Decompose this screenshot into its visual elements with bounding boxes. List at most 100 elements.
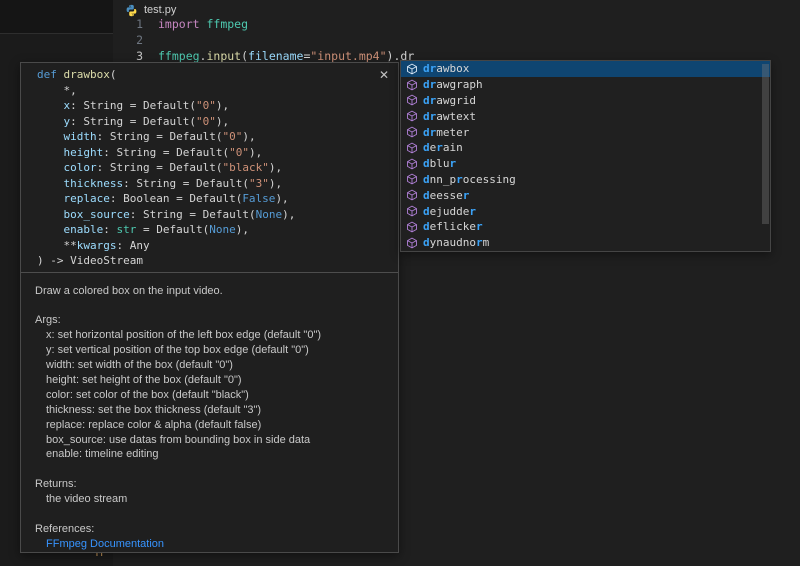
code-token: color xyxy=(64,161,97,174)
method-icon xyxy=(404,205,419,218)
code-token: width xyxy=(64,130,97,143)
code-token: "0" xyxy=(196,99,216,112)
signature-line: *, xyxy=(37,83,390,99)
code-token xyxy=(37,99,64,112)
doc-line xyxy=(35,462,388,477)
suggestion-label: drawgraph xyxy=(423,78,483,91)
suggestion-item-dynaudnorm[interactable]: dynaudnorm xyxy=(401,235,770,251)
suggestion-item-deesser[interactable]: deesser xyxy=(401,187,770,203)
suggestion-item-drmeter[interactable]: drmeter xyxy=(401,124,770,140)
suggestion-label: deflicker xyxy=(423,220,483,233)
code-token: None xyxy=(256,208,283,221)
doc-line: enable: timeline editing xyxy=(35,447,388,462)
doc-line: References: xyxy=(35,522,388,537)
signature-line: replace: Boolean = Default(False), xyxy=(37,191,390,207)
suggestion-item-drawgrid[interactable]: drawgrid xyxy=(401,93,770,109)
code-token: str xyxy=(117,223,137,236)
code-token xyxy=(37,208,64,221)
code-token: *, xyxy=(37,84,77,97)
code-token xyxy=(37,192,64,205)
code-token xyxy=(37,177,64,190)
sidebar-section-header xyxy=(0,0,113,34)
method-icon xyxy=(404,78,419,91)
tab-label: test.py xyxy=(144,4,176,16)
doc-line: Returns: xyxy=(35,477,388,492)
code-token: False xyxy=(242,192,275,205)
code-token: : String = Default( xyxy=(130,208,256,221)
suggestion-item-dejudder[interactable]: dejudder xyxy=(401,203,770,219)
close-icon[interactable]: ✕ xyxy=(379,68,389,82)
doc-line: Args: xyxy=(35,313,388,328)
signature-line: def drawbox( xyxy=(37,67,390,83)
signature-line: ) -> VideoStream xyxy=(37,253,390,269)
suggestion-item-dnn_processing[interactable]: dnn_processing xyxy=(401,172,770,188)
suggestion-list: drawboxdrawgraphdrawgriddrawtextdrmeterd… xyxy=(401,61,770,251)
suggest-widget: drawboxdrawgraphdrawgriddrawtextdrmeterd… xyxy=(400,60,771,252)
signature-line: enable: str = Default(None), xyxy=(37,222,390,238)
code-token: ), xyxy=(275,192,288,205)
signature-line: color: String = Default("black"), xyxy=(37,160,390,176)
doc-line: height: set height of the box (default "… xyxy=(35,373,388,388)
suggestion-label: drawgrid xyxy=(423,94,476,107)
doc-line: box_source: use datas from bounding box … xyxy=(35,433,388,448)
suggestion-label: drawtext xyxy=(423,110,476,123)
doc-line xyxy=(35,507,388,522)
method-icon xyxy=(404,236,419,249)
signature-line: **kwargs: Any xyxy=(37,238,390,254)
code-token: ffmpeg xyxy=(206,17,248,31)
doc-line: color: set color of the box (default "bl… xyxy=(35,388,388,403)
suggestion-item-deflicker[interactable]: deflicker xyxy=(401,219,770,235)
suggestion-item-drawtext[interactable]: drawtext xyxy=(401,108,770,124)
suggest-scrollbar[interactable] xyxy=(762,64,769,224)
code-token xyxy=(37,161,64,174)
code-token: None xyxy=(209,223,236,236)
code-token: : Boolean = Default( xyxy=(110,192,242,205)
code-text[interactable]: import ffmpeg xyxy=(158,16,248,32)
suggestion-label: deesser xyxy=(423,189,469,202)
doc-link-ffmpeg-documentation[interactable]: FFmpeg Documentation xyxy=(46,538,164,550)
signature-line: height: String = Default("0"), xyxy=(37,145,390,161)
suggestion-label: dejudder xyxy=(423,205,476,218)
doc-line: thickness: set the box thickness (defaul… xyxy=(35,403,388,418)
code-token: : String = Default( xyxy=(70,99,196,112)
code-token: : Any xyxy=(117,239,150,252)
code-token: "0" xyxy=(229,146,249,159)
code-token: enable xyxy=(64,223,104,236)
signature-line: y: String = Default("0"), xyxy=(37,114,390,130)
code-token: : String = Default( xyxy=(97,161,223,174)
code-line[interactable]: 1import ffmpeg xyxy=(113,16,800,32)
suggestion-label: dynaudnorm xyxy=(423,236,489,249)
method-icon xyxy=(404,94,419,107)
code-token: = Default( xyxy=(136,223,209,236)
code-token: ), xyxy=(236,223,249,236)
signature-line: width: String = Default("0"), xyxy=(37,129,390,145)
code-token: ), xyxy=(269,177,282,190)
code-token: ( xyxy=(241,49,248,63)
code-token: height xyxy=(64,146,104,159)
method-icon xyxy=(404,173,419,186)
signature-line: thickness: String = Default("3"), xyxy=(37,176,390,192)
suggestion-item-drawbox[interactable]: drawbox xyxy=(401,61,770,77)
code-editor[interactable]: 1import ffmpeg23ffmpeg.input(filename="i… xyxy=(113,16,800,64)
suggestion-item-drawgraph[interactable]: drawgraph xyxy=(401,77,770,93)
doc-line: width: set width of the box (default "0"… xyxy=(35,358,388,373)
method-icon xyxy=(404,110,419,123)
code-token: "3" xyxy=(249,177,269,190)
code-token: ), xyxy=(216,115,229,128)
code-token: : String = Default( xyxy=(123,177,249,190)
documentation-block: Draw a colored box on the input video. A… xyxy=(21,273,398,552)
code-token: ** xyxy=(37,239,77,252)
code-token: ffmpeg xyxy=(158,49,200,63)
code-token xyxy=(37,223,64,236)
doc-line xyxy=(35,298,388,313)
signature-line: x: String = Default("0"), xyxy=(37,98,390,114)
method-icon xyxy=(404,141,419,154)
code-token xyxy=(37,130,64,143)
code-token: ( xyxy=(110,68,117,81)
doc-line: replace: replace color & alpha (default … xyxy=(35,418,388,433)
suggestion-item-derain[interactable]: derain xyxy=(401,140,770,156)
code-token: ) -> VideoStream xyxy=(37,254,143,267)
code-token: : String = Default( xyxy=(70,115,196,128)
suggestion-item-dblur[interactable]: dblur xyxy=(401,156,770,172)
code-line[interactable]: 2 xyxy=(113,32,800,48)
